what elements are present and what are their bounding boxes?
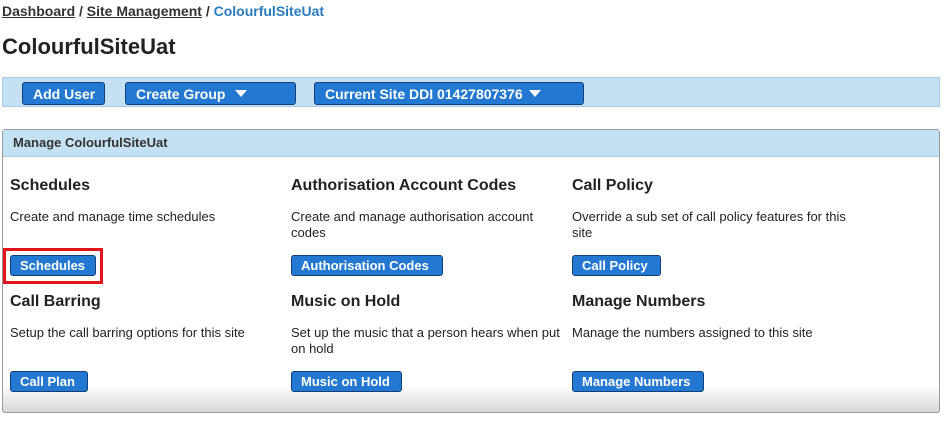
card-description: Manage the numbers assigned to this site: [572, 325, 813, 340]
manage-numbers-button-label: Manage Numbers: [582, 374, 691, 389]
music-on-hold-card: Music on Hold Set up the music that a pe…: [291, 293, 561, 392]
card-title: Call Barring: [10, 293, 101, 310]
breadcrumb-dashboard-link[interactable]: Dashboard: [2, 3, 75, 19]
chevron-down-icon: [235, 90, 248, 97]
authorisation-codes-button-label: Authorisation Codes: [301, 258, 429, 273]
card-description: Set up the music that a person hears whe…: [291, 325, 560, 356]
call-policy-button[interactable]: Call Policy: [572, 255, 661, 276]
add-user-label: Add User: [33, 85, 96, 102]
card-description: Setup the call barring options for this …: [10, 325, 245, 340]
create-group-button[interactable]: Create Group: [125, 82, 296, 105]
add-user-button[interactable]: Add User: [22, 82, 105, 105]
card-title: Music on Hold: [291, 293, 401, 310]
call-policy-card: Call Policy Override a sub set of call p…: [572, 177, 846, 276]
card-title: Schedules: [10, 177, 91, 194]
call-plan-button[interactable]: Call Plan: [10, 371, 88, 392]
breadcrumb: Dashboard / Site Management / ColourfulS…: [2, 3, 324, 19]
call-plan-button-label: Call Plan: [20, 374, 75, 389]
page-title: ColourfulSiteUat: [2, 34, 176, 59]
authorisation-card: Authorisation Account Codes Create and m…: [291, 177, 561, 276]
breadcrumb-site-management-link[interactable]: Site Management: [87, 3, 202, 19]
call-barring-card: Call Barring Setup the call barring opti…: [10, 293, 280, 392]
schedules-card: Schedules Create and manage time schedul…: [10, 177, 280, 276]
card-title: Call Policy: [572, 177, 653, 194]
panel-header: Manage ColourfulSiteUat: [3, 130, 939, 157]
card-description: Create and manage time schedules: [10, 209, 216, 224]
breadcrumb-separator: /: [205, 3, 210, 19]
toolbar: Add User Create Group Current Site DDI 0…: [2, 77, 940, 107]
manage-site-panel: Manage ColourfulSiteUat Schedules Create…: [2, 129, 940, 413]
card-description: Create and manage authorisation account …: [291, 209, 534, 240]
current-site-label: Current Site DDI 01427807376: [325, 85, 523, 102]
card-title: Manage Numbers: [572, 293, 706, 310]
authorisation-codes-button[interactable]: Authorisation Codes: [291, 255, 443, 276]
create-group-label: Create Group: [136, 85, 226, 102]
breadcrumb-current: ColourfulSiteUat: [213, 3, 325, 19]
breadcrumb-separator: /: [79, 3, 83, 19]
card-title: Authorisation Account Codes: [291, 177, 517, 194]
call-policy-button-label: Call Policy: [582, 258, 648, 273]
manage-numbers-button[interactable]: Manage Numbers: [572, 371, 704, 392]
music-on-hold-button-label: Music on Hold: [301, 374, 390, 389]
chevron-down-icon: [528, 90, 541, 97]
manage-numbers-card: Manage Numbers Manage the numbers assign…: [572, 293, 842, 392]
highlight-box: [3, 248, 103, 284]
current-site-ddi-button[interactable]: Current Site DDI 01427807376: [314, 82, 584, 105]
music-on-hold-button[interactable]: Music on Hold: [291, 371, 402, 392]
card-description: Override a sub set of call policy featur…: [572, 209, 846, 240]
